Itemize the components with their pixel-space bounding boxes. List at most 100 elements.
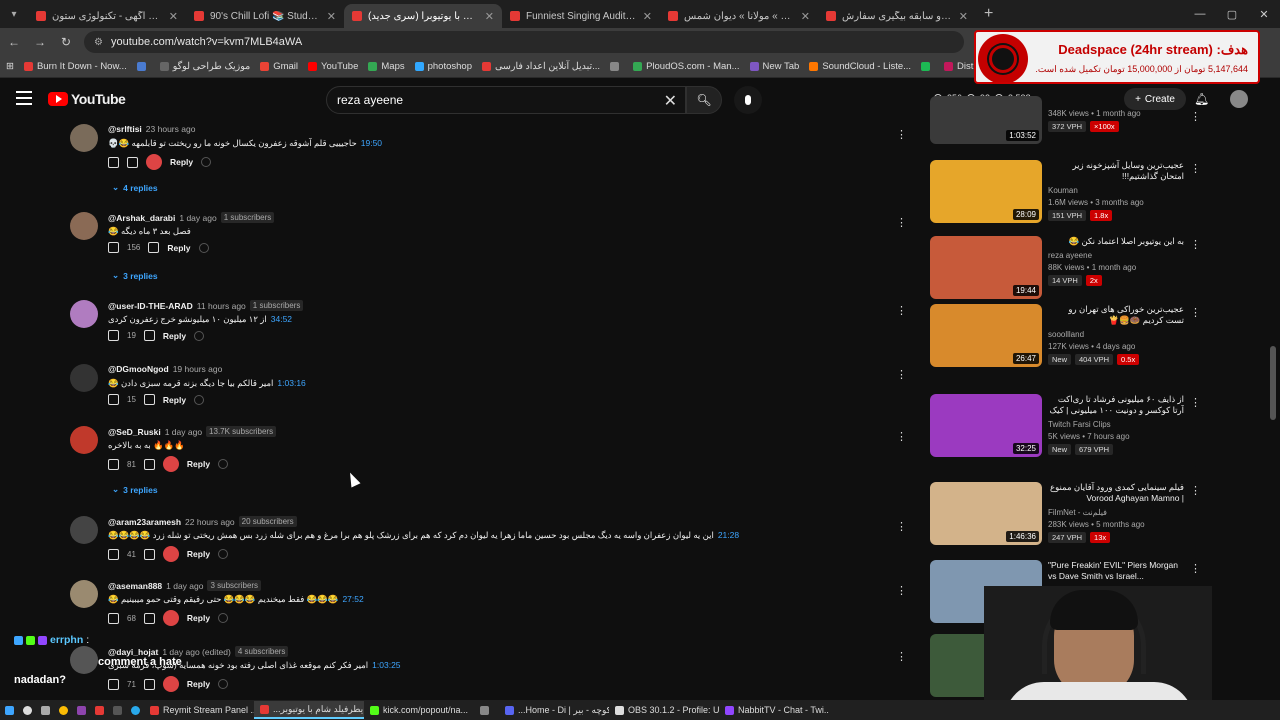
browser-tab[interactable]: سیاست آگهی - تکنولوژی ستون ✕ bbox=[28, 4, 186, 28]
search-button[interactable]: 🔍︎ bbox=[686, 86, 722, 114]
site-info-icon[interactable]: ⚙ bbox=[94, 37, 103, 48]
video-thumbnail[interactable]: 1:46:36 bbox=[930, 482, 1042, 545]
video-menu-icon[interactable]: ⋮ bbox=[1190, 238, 1201, 251]
like-icon[interactable] bbox=[108, 242, 119, 253]
bookmark-item[interactable] bbox=[921, 62, 934, 71]
comment-avatar[interactable] bbox=[70, 426, 98, 454]
comment-time[interactable]: 11 hours ago bbox=[197, 301, 246, 311]
dislike-icon[interactable] bbox=[143, 330, 155, 341]
browser-tab[interactable]: Funniest Singing Audition EVER ✕ bbox=[502, 4, 660, 28]
taskbar-app[interactable]: یطرفیلد شام با یوتیوبر... bbox=[254, 701, 364, 719]
tab-close-icon[interactable]: ✕ bbox=[485, 10, 494, 23]
like-icon[interactable] bbox=[108, 330, 119, 341]
comment-timestamp-link[interactable]: 19:50 bbox=[361, 138, 382, 149]
comment-timestamp-link[interactable]: 1:03:25 bbox=[372, 660, 400, 671]
browser-tab[interactable]: مشخصات و سابقه بیگیری سفارش ✕ bbox=[818, 4, 976, 28]
like-icon[interactable] bbox=[108, 612, 119, 624]
url-field[interactable]: ⚙ youtube.com/watch?v=kvm7MLB4aWA bbox=[84, 31, 964, 53]
taskbar-app[interactable]: kick.com/popout/na... bbox=[364, 701, 474, 719]
telegram-icon[interactable] bbox=[126, 702, 144, 718]
hype-icon[interactable] bbox=[218, 679, 229, 689]
app-icon[interactable] bbox=[90, 702, 108, 718]
taskbar-app[interactable]: #کوچه - بیر | Home - Di... bbox=[499, 701, 609, 719]
tab-close-icon[interactable]: ✕ bbox=[169, 10, 178, 23]
comment-author[interactable]: @aram23aramesh bbox=[108, 517, 181, 527]
like-icon[interactable] bbox=[108, 458, 119, 470]
video-thumbnail[interactable]: 28:09 bbox=[930, 160, 1042, 223]
app-icon[interactable] bbox=[108, 702, 126, 718]
comment-author[interactable]: @Arshak_darabi bbox=[108, 213, 175, 223]
taskbar-app[interactable]: Reymit Stream Panel ... bbox=[144, 701, 254, 719]
bookmark-item[interactable]: Burn It Down - Now... bbox=[23, 61, 127, 72]
dislike-icon[interactable] bbox=[143, 548, 155, 560]
recommended-video[interactable]: 26:47 عجیب‌ترین خوراکی های تهران رو تست ک… bbox=[930, 304, 1201, 370]
video-menu-icon[interactable]: ⋮ bbox=[1190, 162, 1201, 175]
hype-icon[interactable] bbox=[218, 613, 229, 623]
video-channel[interactable]: Twitch Farsi Clips bbox=[1048, 420, 1184, 429]
reply-button[interactable]: Reply bbox=[187, 459, 210, 469]
bookmark-item[interactable] bbox=[610, 62, 623, 71]
comment-menu-icon[interactable]: ⋮ bbox=[896, 430, 907, 443]
hype-icon[interactable] bbox=[198, 242, 209, 253]
hype-icon[interactable] bbox=[218, 459, 229, 469]
comment-avatar[interactable] bbox=[70, 364, 98, 392]
video-channel[interactable]: sooollland bbox=[1048, 330, 1184, 339]
recommended-video[interactable]: 28:09 عجیب‌ترین وسایل آشپزخونه زیر امتحان… bbox=[930, 160, 1201, 226]
comment-author[interactable]: @user-ID-THE-ARAD bbox=[108, 301, 193, 311]
bookmark-item[interactable]: New Tab bbox=[749, 61, 799, 72]
taskbar-app[interactable] bbox=[474, 701, 499, 719]
hype-icon[interactable] bbox=[201, 157, 212, 167]
comment-time[interactable]: 1 day ago bbox=[166, 581, 203, 591]
view-replies-button[interactable]: ⌄ 4 replies bbox=[112, 182, 158, 193]
comment-author[interactable]: @srlftisi bbox=[108, 124, 142, 134]
comment-menu-icon[interactable]: ⋮ bbox=[896, 584, 907, 597]
chrome-icon[interactable] bbox=[54, 702, 72, 718]
menu-icon[interactable] bbox=[16, 91, 32, 105]
video-thumbnail[interactable]: 1:03:52 bbox=[930, 96, 1042, 144]
search-taskbar-icon[interactable] bbox=[18, 702, 36, 718]
dislike-icon[interactable] bbox=[143, 394, 155, 405]
youtube-logo[interactable]: YouTube bbox=[48, 91, 126, 107]
taskbar-app[interactable]: NabbitTV - Chat - Twi... bbox=[719, 701, 829, 719]
hype-icon[interactable] bbox=[194, 330, 205, 341]
bookmark-item[interactable] bbox=[136, 62, 150, 71]
video-thumbnail[interactable]: 19:44 bbox=[930, 236, 1042, 299]
task-view-icon[interactable] bbox=[36, 702, 54, 718]
video-title[interactable]: عجیب‌ترین خوراکی های تهران رو تست کردیم … bbox=[1048, 304, 1184, 326]
like-icon[interactable] bbox=[108, 156, 119, 168]
recommended-video[interactable]: 32:25 از ذایف ۶۰ میلیونی فرشاد تا ری‌اکت … bbox=[930, 394, 1201, 460]
bookmark-item[interactable]: SoundCloud - Liste... bbox=[809, 61, 911, 72]
browser-tab[interactable]: کنجور » مولانا » دیوان شمس » ✕ bbox=[660, 4, 818, 28]
video-title[interactable]: عجیب‌ترین وسایل آشپزخونه زیر امتحان گذاش… bbox=[1048, 160, 1184, 182]
hype-icon[interactable] bbox=[194, 394, 205, 405]
tab-close-icon[interactable]: ✕ bbox=[959, 10, 968, 23]
bookmark-item[interactable]: تبدیل آنلاین اعداد فارسی... bbox=[481, 61, 600, 72]
comment-author[interactable]: @DGmooNgod bbox=[108, 364, 169, 374]
comment-time[interactable]: 22 hours ago bbox=[185, 517, 235, 527]
comment-menu-icon[interactable]: ⋮ bbox=[896, 368, 907, 381]
reply-button[interactable]: Reply bbox=[187, 549, 210, 559]
new-tab-button[interactable]: + bbox=[976, 5, 1001, 23]
hype-icon[interactable] bbox=[218, 549, 229, 559]
app-icon[interactable] bbox=[72, 702, 90, 718]
reply-button[interactable]: Reply bbox=[163, 331, 186, 341]
recommended-video[interactable]: 19:44 به این یوتیوبر اصلا اعتماد نکن 😂 rez… bbox=[930, 236, 1201, 302]
back-icon[interactable]: ← bbox=[2, 30, 26, 54]
forward-icon[interactable]: → bbox=[28, 30, 52, 54]
taskbar-app[interactable]: OBS 30.1.2 - Profile: U... bbox=[609, 701, 719, 719]
video-title[interactable]: فیلم سینمایی کمدی ورود آقایان ممنوع | Vo… bbox=[1048, 482, 1184, 504]
like-icon[interactable] bbox=[108, 394, 119, 405]
tab-close-icon[interactable]: ✕ bbox=[801, 10, 810, 23]
tab-close-icon[interactable]: ✕ bbox=[643, 10, 652, 23]
reply-button[interactable]: Reply bbox=[170, 157, 193, 167]
scrollbar[interactable] bbox=[1270, 346, 1276, 420]
close-icon[interactable]: ✕ bbox=[1248, 0, 1280, 28]
comment-avatar[interactable] bbox=[70, 124, 98, 152]
video-title[interactable]: از ذایف ۶۰ میلیونی فرشاد تا ری‌اکت آرتا … bbox=[1048, 394, 1184, 416]
view-replies-button[interactable]: ⌄ 3 replies bbox=[112, 270, 158, 281]
comment-time[interactable]: 1 day ago bbox=[179, 213, 216, 223]
comment-menu-icon[interactable]: ⋮ bbox=[896, 650, 907, 663]
video-thumbnail[interactable]: 32:25 bbox=[930, 394, 1042, 457]
bookmark-item[interactable]: YouTube bbox=[308, 61, 358, 72]
comment-timestamp-link[interactable]: 21:28 bbox=[718, 530, 739, 541]
